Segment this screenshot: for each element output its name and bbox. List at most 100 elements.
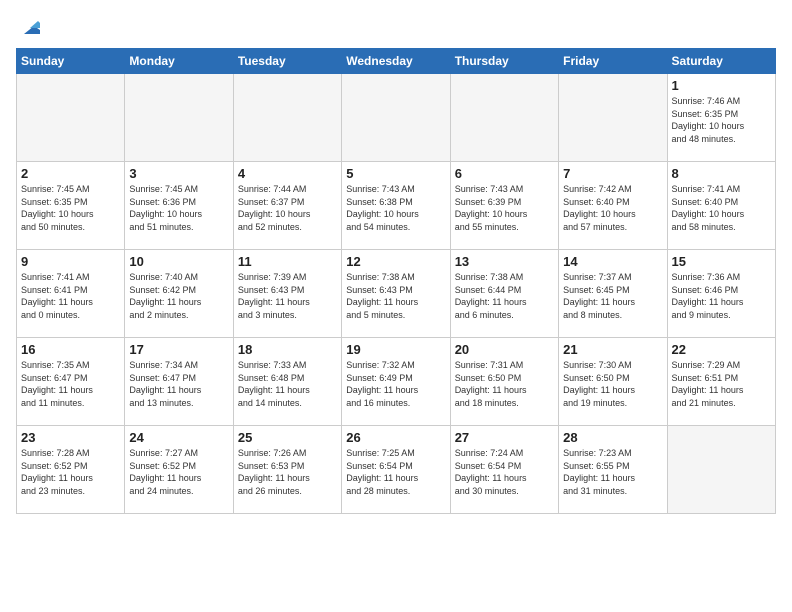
day-info: Sunrise: 7:27 AM Sunset: 6:52 PM Dayligh… [129,447,228,497]
day-number: 8 [672,166,771,181]
day-info: Sunrise: 7:38 AM Sunset: 6:44 PM Dayligh… [455,271,554,321]
calendar-cell: 17Sunrise: 7:34 AM Sunset: 6:47 PM Dayli… [125,338,233,426]
logo-icon [18,16,40,38]
day-number: 20 [455,342,554,357]
day-number: 11 [238,254,337,269]
calendar-cell: 19Sunrise: 7:32 AM Sunset: 6:49 PM Dayli… [342,338,450,426]
day-number: 4 [238,166,337,181]
week-row-4: 16 Sunrise: 7:35 AM Sunset: 6:47 PM Dayli… [17,338,776,426]
calendar-cell: 23 Sunrise: 7:28 AM Sunset: 6:52 PM Dayli… [17,426,125,514]
calendar-table: SundayMondayTuesdayWednesdayThursdayFrid… [16,48,776,514]
day-info: Sunrise: 7:30 AM Sunset: 6:50 PM Dayligh… [563,359,662,409]
day-number: 21 [563,342,662,357]
day-info: Sunrise: 7:43 AM Sunset: 6:39 PM Dayligh… [455,183,554,233]
calendar-cell: 3 Sunrise: 7:45 AM Sunset: 6:36 PM Daylig… [125,162,233,250]
day-number: 13 [455,254,554,269]
day-number: 6 [455,166,554,181]
day-number: 22 [672,342,771,357]
calendar-cell: 18 Sunrise: 7:33 AM Sunset: 6:48 PM Dayli… [233,338,341,426]
calendar-cell: 6 Sunrise: 7:43 AM Sunset: 6:39 PM Daylig… [450,162,558,250]
calendar-cell: 14 Sunrise: 7:37 AM Sunset: 6:45 PM Dayli… [559,250,667,338]
week-row-2: 2 Sunrise: 7:45 AM Sunset: 6:35 PM Daylig… [17,162,776,250]
day-number: 1 [672,78,771,93]
day-info: Sunrise: 7:42 AM Sunset: 6:40 PM Dayligh… [563,183,662,233]
weekday-header-wednesday: Wednesday [342,49,450,74]
day-info: Sunrise: 7:40 AM Sunset: 6:42 PM Dayligh… [129,271,228,321]
logo [16,16,40,38]
day-number: 7 [563,166,662,181]
day-info: Sunrise: 7:31 AM Sunset: 6:50 PM Dayligh… [455,359,554,409]
calendar-cell: 15 Sunrise: 7:36 AM Sunset: 6:46 PM Dayli… [667,250,775,338]
weekday-header-row: SundayMondayTuesdayWednesdayThursdayFrid… [17,49,776,74]
calendar-cell [667,426,775,514]
weekday-header-monday: Monday [125,49,233,74]
weekday-header-saturday: Saturday [667,49,775,74]
day-info: Sunrise: 7:38 AM Sunset: 6:43 PM Dayligh… [346,271,445,321]
day-info: Sunrise: 7:44 AM Sunset: 6:37 PM Dayligh… [238,183,337,233]
day-info: Sunrise: 7:46 AM Sunset: 6:35 PM Dayligh… [672,95,771,145]
day-info: Sunrise: 7:41 AM Sunset: 6:40 PM Dayligh… [672,183,771,233]
day-number: 18 [238,342,337,357]
weekday-header-thursday: Thursday [450,49,558,74]
calendar-cell: 8 Sunrise: 7:41 AM Sunset: 6:40 PM Daylig… [667,162,775,250]
calendar-cell [450,74,558,162]
day-number: 24 [129,430,228,445]
day-info: Sunrise: 7:37 AM Sunset: 6:45 PM Dayligh… [563,271,662,321]
day-info: Sunrise: 7:24 AM Sunset: 6:54 PM Dayligh… [455,447,554,497]
calendar-cell: 2 Sunrise: 7:45 AM Sunset: 6:35 PM Daylig… [17,162,125,250]
day-info: Sunrise: 7:43 AM Sunset: 6:38 PM Dayligh… [346,183,445,233]
calendar-cell: 13 Sunrise: 7:38 AM Sunset: 6:44 PM Dayli… [450,250,558,338]
day-info: Sunrise: 7:29 AM Sunset: 6:51 PM Dayligh… [672,359,771,409]
calendar-cell: 22 Sunrise: 7:29 AM Sunset: 6:51 PM Dayli… [667,338,775,426]
day-number: 27 [455,430,554,445]
day-number: 26 [346,430,445,445]
day-info: Sunrise: 7:45 AM Sunset: 6:36 PM Dayligh… [129,183,228,233]
day-info: Sunrise: 7:41 AM Sunset: 6:41 PM Dayligh… [21,271,120,321]
day-number: 25 [238,430,337,445]
calendar-cell: 26 Sunrise: 7:25 AM Sunset: 6:54 PM Dayli… [342,426,450,514]
calendar-cell: 25 Sunrise: 7:26 AM Sunset: 6:53 PM Dayli… [233,426,341,514]
day-number: 5 [346,166,445,181]
calendar-cell: 21 Sunrise: 7:30 AM Sunset: 6:50 PM Dayli… [559,338,667,426]
day-number: 23 [21,430,120,445]
calendar-cell: 11 Sunrise: 7:39 AM Sunset: 6:43 PM Dayli… [233,250,341,338]
day-info: Sunrise: 7:45 AM Sunset: 6:35 PM Dayligh… [21,183,120,233]
day-number: 14 [563,254,662,269]
day-number: 28 [563,430,662,445]
day-info: Sunrise: 7:35 AM Sunset: 6:47 PM Dayligh… [21,359,120,409]
day-number: 10 [129,254,228,269]
day-info: Sunrise: 7:33 AM Sunset: 6:48 PM Dayligh… [238,359,337,409]
page-header [16,16,776,38]
day-info: Sunrise: 7:39 AM Sunset: 6:43 PM Dayligh… [238,271,337,321]
day-number: 2 [21,166,120,181]
calendar-cell: 10 Sunrise: 7:40 AM Sunset: 6:42 PM Dayli… [125,250,233,338]
day-number: 3 [129,166,228,181]
weekday-header-friday: Friday [559,49,667,74]
calendar-cell: 24 Sunrise: 7:27 AM Sunset: 6:52 PM Dayli… [125,426,233,514]
day-number: 9 [21,254,120,269]
calendar-cell: 5 Sunrise: 7:43 AM Sunset: 6:38 PM Daylig… [342,162,450,250]
day-info: Sunrise: 7:36 AM Sunset: 6:46 PM Dayligh… [672,271,771,321]
week-row-1: 1 Sunrise: 7:46 AM Sunset: 6:35 PM Daylig… [17,74,776,162]
calendar-cell: 28 Sunrise: 7:23 AM Sunset: 6:55 PM Dayli… [559,426,667,514]
calendar-cell: 7 Sunrise: 7:42 AM Sunset: 6:40 PM Daylig… [559,162,667,250]
calendar-cell: 16 Sunrise: 7:35 AM Sunset: 6:47 PM Dayli… [17,338,125,426]
day-info: Sunrise: 7:34 AM Sunset: 6:47 PM Dayligh… [129,359,228,409]
day-info: Sunrise: 7:25 AM Sunset: 6:54 PM Dayligh… [346,447,445,497]
calendar-cell [559,74,667,162]
day-info: Sunrise: 7:28 AM Sunset: 6:52 PM Dayligh… [21,447,120,497]
day-number: 16 [21,342,120,357]
calendar-cell: 27 Sunrise: 7:24 AM Sunset: 6:54 PM Dayli… [450,426,558,514]
calendar-cell [125,74,233,162]
day-info: Sunrise: 7:32 AM Sunset: 6:49 PM Dayligh… [346,359,445,409]
calendar-cell [17,74,125,162]
day-info: Sunrise: 7:23 AM Sunset: 6:55 PM Dayligh… [563,447,662,497]
calendar-cell: 20 Sunrise: 7:31 AM Sunset: 6:50 PM Dayli… [450,338,558,426]
weekday-header-tuesday: Tuesday [233,49,341,74]
week-row-5: 23 Sunrise: 7:28 AM Sunset: 6:52 PM Dayli… [17,426,776,514]
day-number: 15 [672,254,771,269]
calendar-cell: 12Sunrise: 7:38 AM Sunset: 6:43 PM Dayli… [342,250,450,338]
calendar-cell [233,74,341,162]
calendar-cell: 1 Sunrise: 7:46 AM Sunset: 6:35 PM Daylig… [667,74,775,162]
day-info: Sunrise: 7:26 AM Sunset: 6:53 PM Dayligh… [238,447,337,497]
